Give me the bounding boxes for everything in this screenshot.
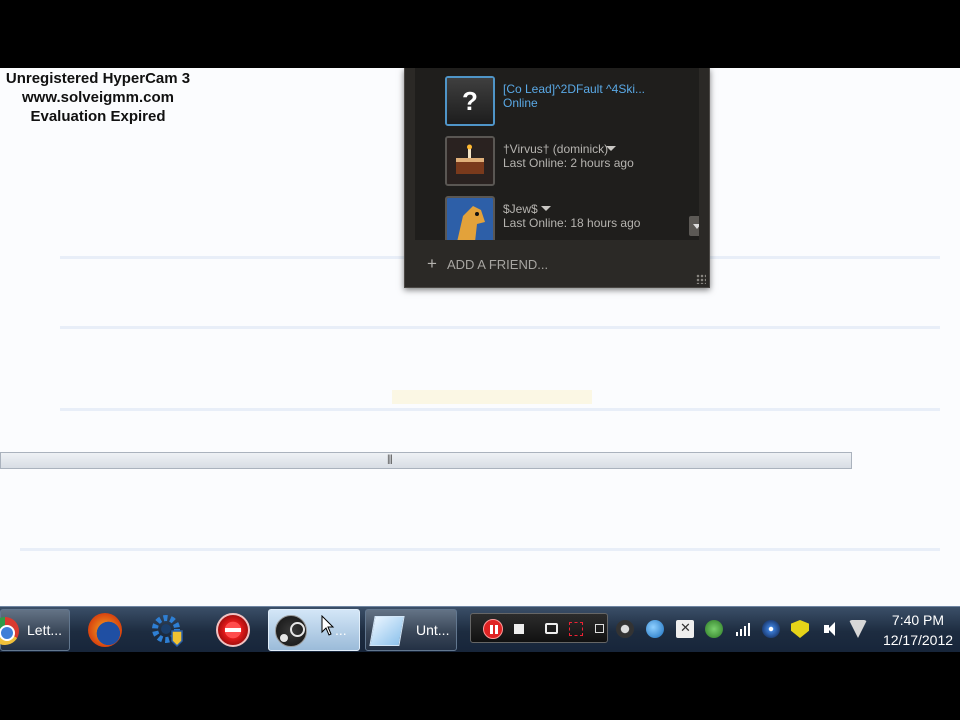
steam-friends-panel: ? [Co Lead]^2DFault ^4Ski... Online †Vir… bbox=[404, 68, 710, 288]
hypercam-watermark: Unregistered HyperCam 3 www.solveigmm.co… bbox=[0, 69, 196, 126]
taskbar-settings-button[interactable] bbox=[140, 609, 194, 651]
chrome-icon bbox=[0, 617, 19, 645]
watermark-line-1: Unregistered HyperCam 3 bbox=[5, 70, 191, 87]
friend-name: †Virvus† (dominick) bbox=[503, 142, 609, 156]
letterbox-bottom bbox=[0, 652, 960, 720]
stop-icon[interactable] bbox=[514, 624, 524, 634]
plus-icon: + bbox=[427, 254, 437, 273]
x-tray-icon[interactable] bbox=[676, 620, 694, 638]
taskbar-paint-button[interactable]: Unt... bbox=[365, 609, 457, 651]
region-select-icon[interactable] bbox=[569, 622, 583, 636]
mouse-cursor-icon bbox=[321, 615, 335, 636]
horizontal-scrollbar[interactable]: ||| bbox=[0, 452, 852, 469]
taskbar-firefox-button[interactable] bbox=[76, 609, 130, 651]
minimize-icon[interactable] bbox=[595, 624, 604, 633]
cake-avatar[interactable] bbox=[445, 136, 495, 186]
shield-tray-icon[interactable] bbox=[705, 620, 723, 638]
friend-status: Last Online: 18 hours ago bbox=[503, 216, 641, 230]
steam-tray-icon[interactable] bbox=[616, 620, 634, 638]
chevron-down-icon[interactable] bbox=[606, 146, 616, 151]
horse-avatar[interactable] bbox=[445, 196, 495, 240]
add-friend-label: ADD A FRIEND... bbox=[446, 256, 549, 272]
chevron-down-icon[interactable] bbox=[541, 206, 551, 211]
faded-line bbox=[60, 408, 940, 411]
taskbar-steam-button[interactable]: ... bbox=[268, 609, 360, 651]
gear-shield-icon bbox=[152, 615, 183, 648]
hypercam-toolbar bbox=[470, 613, 608, 643]
paint-icon bbox=[369, 616, 405, 646]
horse-icon bbox=[447, 198, 493, 240]
faded-highlight bbox=[392, 390, 592, 404]
globe-tray-icon[interactable] bbox=[646, 620, 664, 638]
signal-tray-icon[interactable] bbox=[734, 620, 752, 638]
volume-icon[interactable] bbox=[822, 620, 840, 638]
taskbar-paint-label: Unt... bbox=[416, 622, 450, 638]
friend-item[interactable]: ? [Co Lead]^2DFault ^4Ski... Online bbox=[445, 76, 695, 126]
record-icon bbox=[216, 613, 250, 647]
friends-list: ? [Co Lead]^2DFault ^4Ski... Online †Vir… bbox=[415, 68, 699, 240]
friend-status: Online bbox=[503, 96, 538, 110]
faded-line bbox=[20, 548, 940, 551]
taskbar-hypercam-button[interactable] bbox=[204, 609, 258, 651]
resize-grip-icon[interactable] bbox=[696, 274, 706, 284]
friend-name: [Co Lead]^2DFault ^4Ski... bbox=[503, 82, 645, 96]
clock-date: 12/17/2012 bbox=[882, 632, 954, 648]
taskbar-chrome-button[interactable]: Lett... bbox=[0, 609, 70, 651]
watermark-line-2: www.solveigmm.com bbox=[22, 89, 174, 106]
disc-tray-icon[interactable] bbox=[762, 620, 780, 638]
watermark-line-3: Evaluation Expired bbox=[30, 108, 166, 125]
add-friend-button[interactable]: + ADD A FRIEND... bbox=[427, 254, 548, 274]
list-scroll-down-button[interactable] bbox=[689, 216, 699, 236]
firefox-icon bbox=[88, 613, 122, 647]
friend-name: $Jew$ bbox=[503, 202, 538, 216]
friend-item[interactable]: $Jew$ Last Online: 18 hours ago bbox=[445, 196, 695, 240]
taskbar-steam-label: ... bbox=[335, 622, 347, 638]
faded-line bbox=[60, 326, 940, 329]
cake-icon bbox=[447, 138, 493, 184]
scrollbar-grip-icon[interactable]: ||| bbox=[387, 454, 393, 465]
pause-icon[interactable] bbox=[483, 619, 503, 639]
friend-status: Last Online: 2 hours ago bbox=[503, 156, 634, 170]
letterbox-top bbox=[0, 0, 960, 68]
friend-item[interactable]: †Virvus† (dominick) Last Online: 2 hours… bbox=[445, 136, 695, 186]
clock-time: 7:40 PM bbox=[891, 612, 945, 628]
question-mark-icon: ? bbox=[447, 78, 493, 124]
steam-icon bbox=[275, 615, 307, 647]
system-clock[interactable]: 7:40 PM 12/17/2012 bbox=[876, 610, 960, 650]
question-mark-avatar[interactable]: ? bbox=[445, 76, 495, 126]
screenshot-icon[interactable] bbox=[545, 623, 558, 634]
taskbar-chrome-label: Lett... bbox=[27, 622, 63, 638]
